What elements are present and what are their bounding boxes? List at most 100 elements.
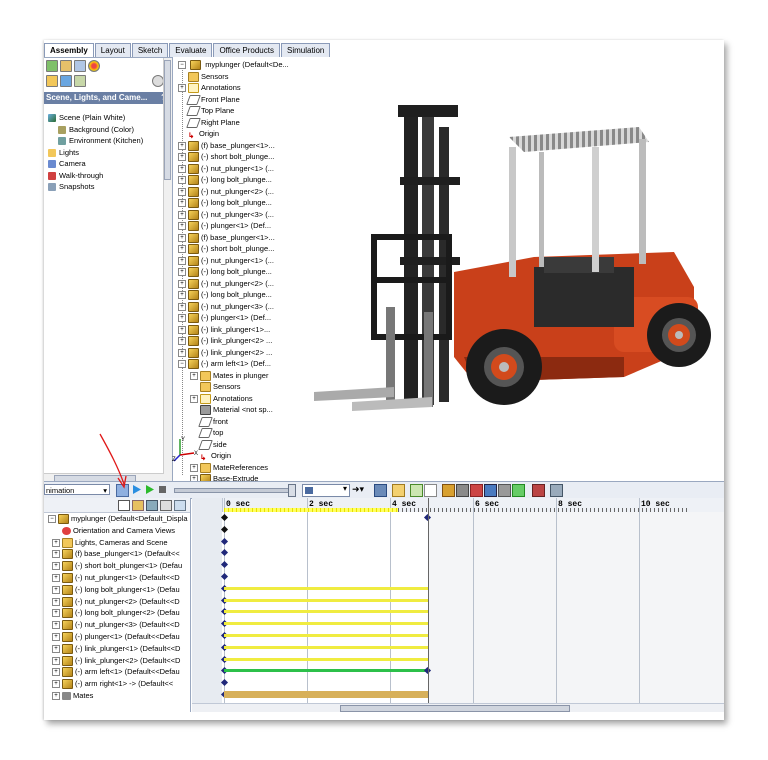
expand-icon[interactable]: + xyxy=(178,279,186,288)
filter-driving-icon[interactable] xyxy=(132,500,144,511)
scene-tree-item[interactable]: Walk-through xyxy=(48,170,168,182)
timeline-change-bar[interactable] xyxy=(224,586,428,590)
animation-wizard-icon[interactable] xyxy=(392,484,405,497)
tab-sketch[interactable]: Sketch xyxy=(131,43,169,57)
motion-tree-item[interactable]: + (-) arm right<1> -> (Default<< xyxy=(44,678,190,690)
scene-tab-icon[interactable] xyxy=(74,75,86,87)
expand-icon[interactable]: + xyxy=(52,656,60,665)
expand-icon[interactable]: + xyxy=(178,210,186,219)
feature-tree-item[interactable]: Sensors xyxy=(172,381,292,393)
feature-tree-item[interactable]: + (-) nut_plunger<3> (... xyxy=(172,209,292,221)
feature-tree-item[interactable]: Sensors xyxy=(172,71,292,83)
stop-icon[interactable] xyxy=(157,484,168,495)
autokey-icon[interactable] xyxy=(410,484,423,497)
expand-icon[interactable]: + xyxy=(52,644,60,653)
motion-tree-item[interactable]: + (-) long bolt_plunger<1> (Defau xyxy=(44,584,190,596)
feature-tree-item[interactable]: + (-) short bolt_plunge... xyxy=(172,151,292,163)
filter-results-icon[interactable] xyxy=(160,500,172,511)
feature-tree-item[interactable]: + (-) nut_plunger<1> (... xyxy=(172,163,292,175)
decals-icon[interactable] xyxy=(60,75,72,87)
feature-tree-item[interactable]: + (-) nut_plunger<2> (... xyxy=(172,278,292,290)
feature-tree-item[interactable]: + (-) short bolt_plunge... xyxy=(172,243,292,255)
study-properties-icon[interactable] xyxy=(550,484,563,497)
timeline-end-marker[interactable] xyxy=(428,498,429,712)
timeline-driving-bar[interactable] xyxy=(224,669,428,673)
filter-animated-icon[interactable] xyxy=(118,500,130,511)
expand-icon[interactable]: + xyxy=(178,141,186,150)
expand-icon[interactable]: + xyxy=(52,621,60,630)
expand-icon[interactable]: + xyxy=(52,668,60,677)
feature-tree-item[interactable]: + (-) nut_plunger<2> (... xyxy=(172,186,292,198)
tree-root[interactable]: − myplunger (Default<De... xyxy=(172,59,292,71)
motion-tree-item[interactable]: + (-) link_plunger<2> (Default<<D xyxy=(44,655,190,667)
timeline-change-bar[interactable] xyxy=(224,610,428,614)
expand-icon[interactable]: + xyxy=(178,325,186,334)
expand-icon[interactable]: + xyxy=(52,609,60,618)
expand-icon[interactable]: + xyxy=(178,256,186,265)
feature-tree-item[interactable]: + (-) long bolt_plunge... xyxy=(172,266,292,278)
expand-icon[interactable]: + xyxy=(178,337,186,346)
motion-tree-item[interactable]: + (-) long bolt_plunger<2> (Defau xyxy=(44,607,190,619)
motion-tree-item[interactable]: + (-) link_plunger<1> (Default<<D xyxy=(44,643,190,655)
timeline-change-bar[interactable] xyxy=(224,645,428,649)
feature-tree-item[interactable]: + (-) long bolt_plunge... xyxy=(172,174,292,186)
feature-tree-item[interactable]: ↳ Origin xyxy=(172,128,292,140)
feature-tree-item[interactable]: Material <not sp... xyxy=(172,404,292,416)
collapse-all-icon[interactable] xyxy=(174,500,186,511)
add-key-icon[interactable] xyxy=(424,484,437,497)
feature-tree-item[interactable]: + (-) link_plunger<2> ... xyxy=(172,335,292,347)
feature-tree-item[interactable]: Front Plane xyxy=(172,94,292,106)
timeline-view[interactable]: 0 sec 2 sec 4 sec 6 sec 8 sec 10 sec xyxy=(192,498,724,712)
expand-icon[interactable]: + xyxy=(190,394,198,403)
scene-tree-item[interactable]: Lights xyxy=(48,147,168,159)
playback-mode-icon[interactable]: ➜▾ xyxy=(352,484,364,495)
collapse-icon[interactable]: − xyxy=(178,61,186,70)
feature-tree-item[interactable]: + Mates in plunger xyxy=(172,370,292,382)
expand-icon[interactable]: + xyxy=(178,199,186,208)
feature-tree-item[interactable]: + (f) base_plunger<1>... xyxy=(172,232,292,244)
feature-tree-item[interactable]: front xyxy=(172,416,292,428)
motion-tree-item[interactable]: + (-) nut_plunger<1> (Default<<D xyxy=(44,572,190,584)
timeline-scroll-thumb[interactable] xyxy=(340,705,570,712)
motion-tree-item[interactable]: + (-) nut_plunger<3> (Default<<D xyxy=(44,619,190,631)
motion-tree-item[interactable]: + (-) nut_plunger<2> (Default<<D xyxy=(44,596,190,608)
motion-tree-item[interactable]: + (-) short bolt_plunger<1> (Defau xyxy=(44,560,190,572)
feature-tree-item[interactable]: − (-) arm left<1> (Def... xyxy=(172,358,292,370)
expand-icon[interactable]: + xyxy=(52,574,60,582)
feature-tree-item[interactable]: + Annotations xyxy=(172,393,292,405)
expand-icon[interactable]: + xyxy=(178,314,186,323)
configuration-manager-tab-icon[interactable] xyxy=(74,60,86,72)
scene-tree-item[interactable]: Background (Color) xyxy=(48,124,168,136)
feature-tree-item[interactable]: + (-) plunger<1> (Def... xyxy=(172,312,292,324)
feature-manager-tab-icon[interactable] xyxy=(46,60,58,72)
motion-tree-item[interactable]: + (f) base_plunger<1> (Default<< xyxy=(44,548,190,560)
feature-tree-item[interactable]: + MateReferences xyxy=(172,462,292,474)
feature-tree-item[interactable]: Top Plane xyxy=(172,105,292,117)
expand-icon[interactable]: + xyxy=(178,222,186,231)
expand-icon[interactable]: + xyxy=(190,463,198,472)
expand-icon[interactable]: + xyxy=(178,291,186,300)
feature-tree-item[interactable]: + (f) base_plunger<1>... xyxy=(172,140,292,152)
force-icon[interactable] xyxy=(484,484,497,497)
motion-tree-item[interactable]: + Mates xyxy=(44,690,190,702)
tab-layout[interactable]: Layout xyxy=(94,43,131,57)
expand-icon[interactable]: + xyxy=(178,233,186,242)
feature-tree-item[interactable]: + (-) nut_plunger<3> (... xyxy=(172,301,292,313)
expand-icon[interactable]: + xyxy=(178,268,186,277)
expand-icon[interactable]: + xyxy=(52,680,60,689)
feature-tree-item[interactable]: + (-) nut_plunger<1> (... xyxy=(172,255,292,267)
expand-icon[interactable]: + xyxy=(178,302,186,311)
scene-tree-item[interactable]: Snapshots xyxy=(48,181,168,193)
expand-icon[interactable]: + xyxy=(190,371,198,380)
appearances-icon[interactable] xyxy=(46,75,58,87)
timeline-change-bar[interactable] xyxy=(224,657,428,661)
expand-icon[interactable]: + xyxy=(178,153,186,162)
expand-icon[interactable]: + xyxy=(178,245,186,254)
spring-icon[interactable] xyxy=(456,484,469,497)
expand-icon[interactable]: + xyxy=(52,632,60,641)
expand-icon[interactable]: + xyxy=(52,538,60,547)
property-manager-tab-icon[interactable] xyxy=(60,60,72,72)
slider-thumb[interactable] xyxy=(288,484,296,497)
tab-evaluate[interactable]: Evaluate xyxy=(169,43,213,57)
damper-icon[interactable] xyxy=(470,484,483,497)
